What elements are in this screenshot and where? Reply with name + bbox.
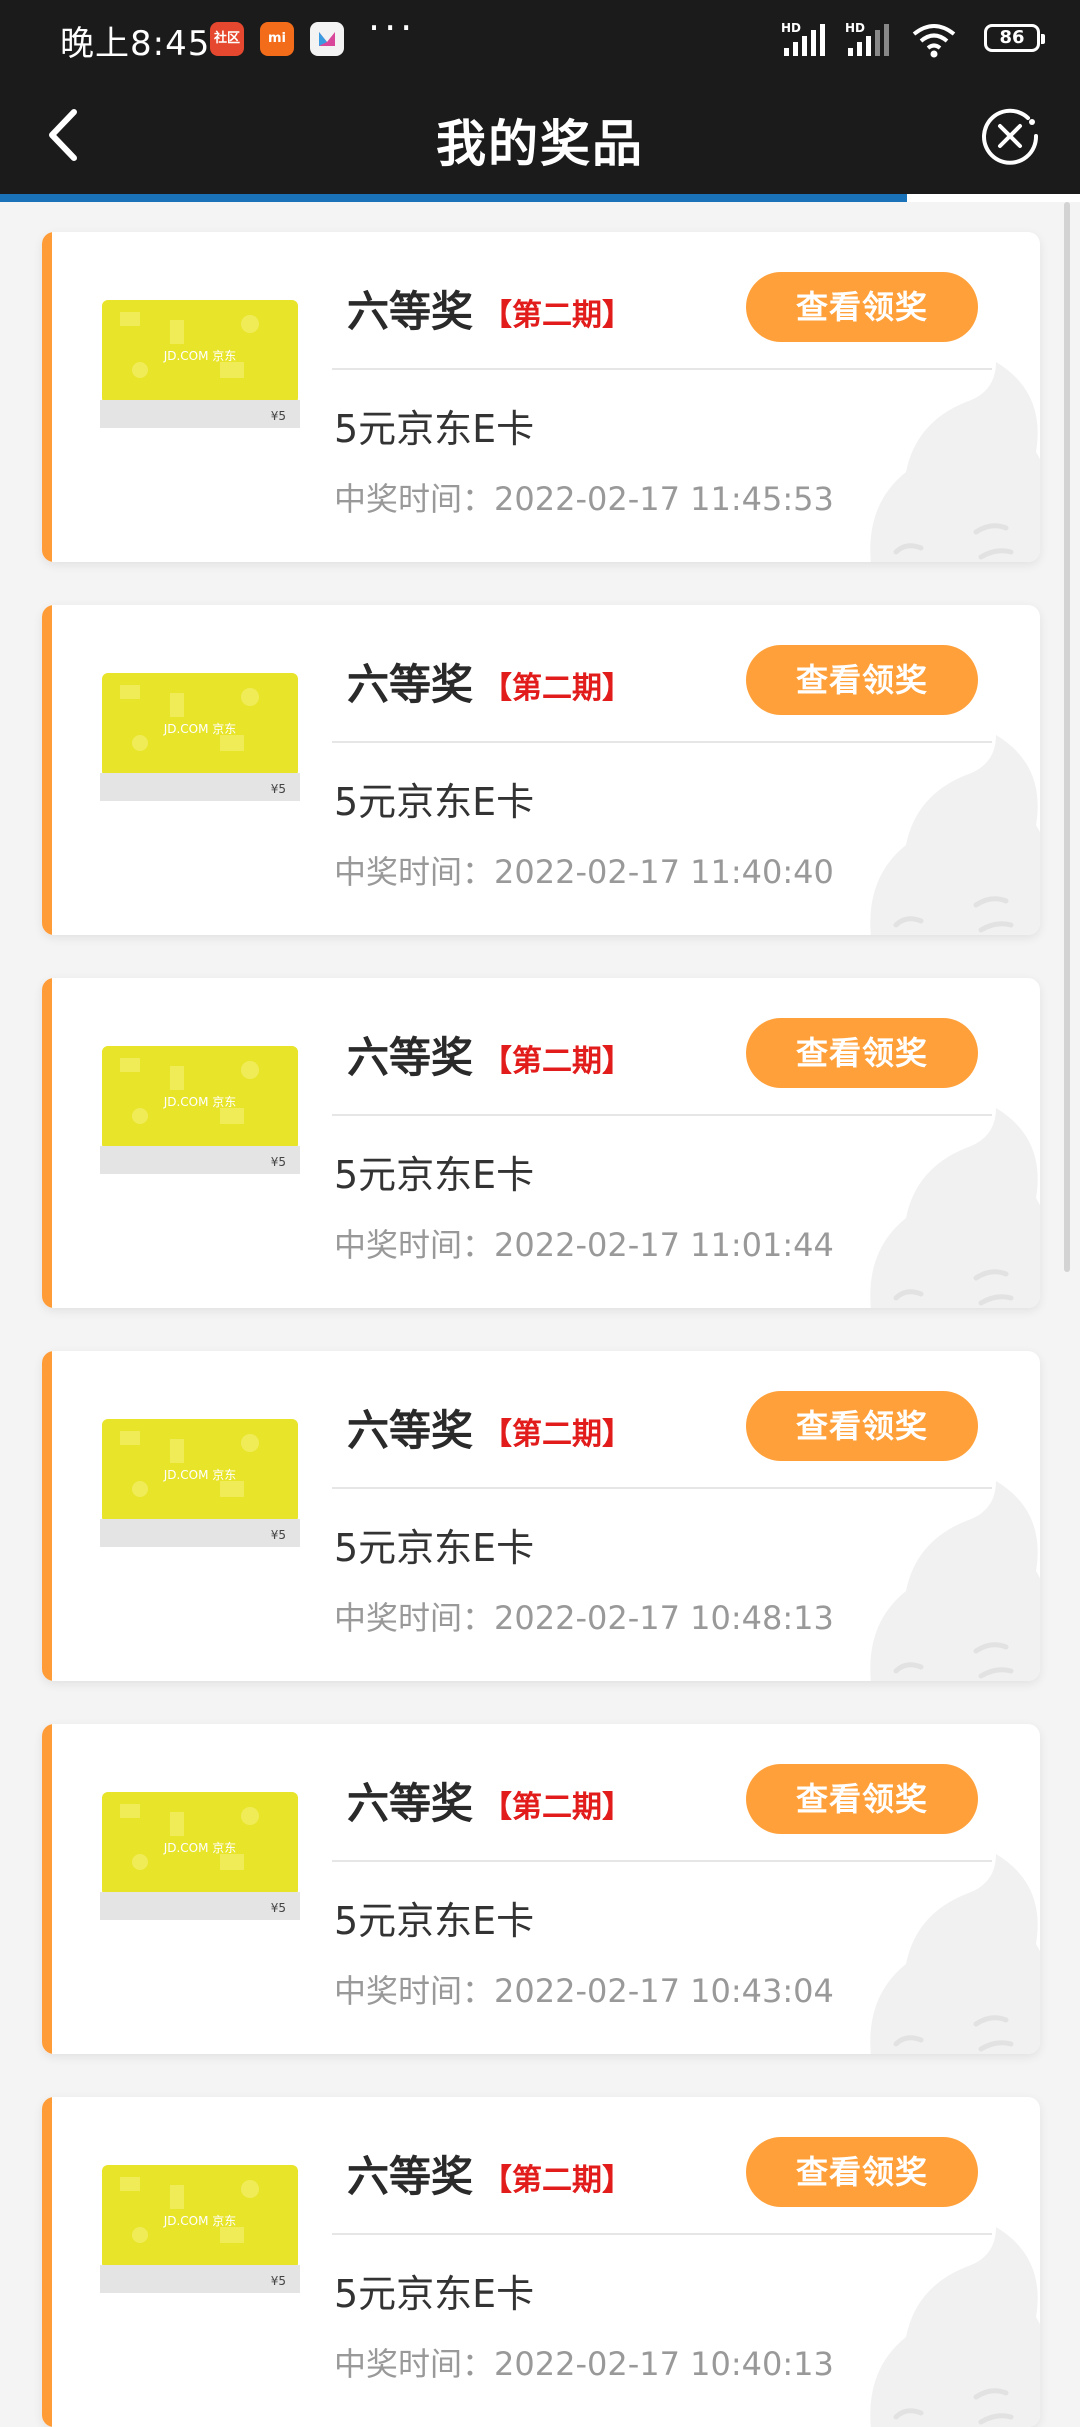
prize-card: JD.COM 京东 ¥5 六等奖 【第二期】 查看领奖 5元京东E卡 中奖时间：… [42, 1724, 1040, 2054]
card-brand-label: JD.COM 京东 [163, 722, 237, 736]
prize-win-time: 中奖时间：2022-02-17 11:40:40 [334, 853, 834, 891]
card-divider [332, 1860, 992, 1862]
signal-hd-2-icon: HD [845, 21, 889, 56]
card-brand-label: JD.COM 京东 [163, 2214, 237, 2228]
card-divider [332, 368, 992, 370]
jd-ecard-image: JD.COM 京东 ¥5 [100, 673, 300, 801]
prize-card: JD.COM 京东 ¥5 六等奖 【第二期】 查看领奖 5元京东E卡 中奖时间：… [42, 232, 1040, 562]
page-title: 我的奖品 [436, 115, 644, 173]
network-label-1: HD [781, 21, 801, 35]
card-brand-label: JD.COM 京东 [163, 1468, 237, 1482]
status-indicators: HD HD 86 [780, 16, 1045, 60]
notification-app-icon [310, 22, 344, 56]
prize-description: 5元京东E卡 [334, 1153, 535, 1197]
card-divider [332, 1487, 992, 1489]
card-price-label: ¥5 [271, 782, 286, 796]
close-circle-icon[interactable] [978, 104, 1042, 168]
prize-level: 六等奖 [347, 660, 474, 709]
view-claim-button[interactable]: 查看领奖 [746, 2137, 978, 2207]
prize-period: 【第二期】 [482, 1790, 632, 1825]
wifi-icon [912, 24, 956, 58]
card-divider [332, 741, 992, 743]
jd-ecard-image: JD.COM 京东 ¥5 [100, 1046, 300, 1174]
prize-period: 【第二期】 [482, 671, 632, 706]
view-claim-button[interactable]: 查看领奖 [746, 272, 978, 342]
prize-win-time: 中奖时间：2022-02-17 11:01:44 [334, 1226, 834, 1264]
card-accent-bar [42, 605, 52, 935]
prize-description: 5元京东E卡 [334, 1526, 535, 1570]
prize-card: JD.COM 京东 ¥5 六等奖 【第二期】 查看领奖 5元京东E卡 中奖时间：… [42, 2097, 1040, 2427]
status-bar: 晚上8:45 社区 mi ··· HD HD 86 [0, 0, 1080, 76]
mascot-watermark-icon [870, 1481, 1040, 1681]
prize-description: 5元京东E卡 [334, 1899, 535, 1943]
card-accent-bar [42, 978, 52, 1308]
prize-description: 5元京东E卡 [334, 407, 535, 451]
prize-card: JD.COM 京东 ¥5 六等奖 【第二期】 查看领奖 5元京东E卡 中奖时间：… [42, 978, 1040, 1308]
battery-indicator: 86 [984, 24, 1045, 52]
card-price-label: ¥5 [271, 2274, 286, 2288]
prize-level: 六等奖 [347, 1033, 474, 1082]
prize-description: 5元京东E卡 [334, 2272, 535, 2316]
view-claim-button[interactable]: 查看领奖 [746, 1018, 978, 1088]
card-divider [332, 2233, 992, 2235]
card-divider [332, 1114, 992, 1116]
page-load-progress-fill [0, 194, 908, 202]
prize-win-time: 中奖时间：2022-02-17 11:45:53 [334, 480, 834, 518]
card-accent-bar [42, 2097, 52, 2427]
card-accent-bar [42, 1724, 52, 2054]
card-price-label: ¥5 [271, 1528, 286, 1542]
prize-card: JD.COM 京东 ¥5 六等奖 【第二期】 查看领奖 5元京东E卡 中奖时间：… [42, 1351, 1040, 1681]
network-label-2: HD [845, 21, 865, 35]
status-time: 晚上8:45 [60, 24, 211, 64]
prize-period: 【第二期】 [482, 2163, 632, 2198]
prize-period: 【第二期】 [482, 1044, 632, 1079]
page-load-progress [0, 194, 1080, 202]
prize-card: JD.COM 京东 ¥5 六等奖 【第二期】 查看领奖 5元京东E卡 中奖时间：… [42, 605, 1040, 935]
scrollbar-thumb[interactable] [1064, 202, 1070, 1272]
card-price-label: ¥5 [271, 1901, 286, 1915]
signal-hd-1-icon: HD [781, 21, 825, 56]
mi-app-icon: mi [260, 22, 294, 56]
prize-win-time: 中奖时间：2022-02-17 10:40:13 [334, 2345, 834, 2383]
prize-period: 【第二期】 [482, 298, 632, 333]
mascot-watermark-icon [870, 735, 1040, 935]
jd-ecard-image: JD.COM 京东 ¥5 [100, 2165, 300, 2293]
view-claim-button[interactable]: 查看领奖 [746, 1764, 978, 1834]
jd-ecard-image: JD.COM 京东 ¥5 [100, 1419, 300, 1547]
jd-ecard-image: JD.COM 京东 ¥5 [100, 1792, 300, 1920]
jd-ecard-image: JD.COM 京东 ¥5 [100, 300, 300, 428]
card-price-label: ¥5 [271, 409, 286, 423]
community-app-icon: 社区 [210, 22, 244, 56]
card-brand-label: JD.COM 京东 [163, 1095, 237, 1109]
more-notifications-icon: ··· [368, 6, 417, 50]
mascot-watermark-icon [870, 1854, 1040, 2054]
mascot-watermark-icon [870, 1108, 1040, 1308]
prize-period: 【第二期】 [482, 1417, 632, 1452]
mascot-watermark-icon [870, 362, 1040, 562]
view-claim-button[interactable]: 查看领奖 [746, 645, 978, 715]
prize-description: 5元京东E卡 [334, 780, 535, 824]
card-accent-bar [42, 232, 52, 562]
card-accent-bar [42, 1351, 52, 1681]
prize-level: 六等奖 [347, 287, 474, 336]
prize-level: 六等奖 [347, 1406, 474, 1455]
prize-level: 六等奖 [347, 2152, 474, 2201]
prize-win-time: 中奖时间：2022-02-17 10:43:04 [334, 1972, 834, 2010]
nav-bar: 我的奖品 [0, 76, 1080, 194]
prize-win-time: 中奖时间：2022-02-17 10:48:13 [334, 1599, 834, 1637]
card-brand-label: JD.COM 京东 [163, 1841, 237, 1855]
view-claim-button[interactable]: 查看领奖 [746, 1391, 978, 1461]
prize-level: 六等奖 [347, 1779, 474, 1828]
mascot-watermark-icon [870, 2227, 1040, 2427]
card-price-label: ¥5 [271, 1155, 286, 1169]
card-brand-label: JD.COM 京东 [163, 349, 237, 363]
